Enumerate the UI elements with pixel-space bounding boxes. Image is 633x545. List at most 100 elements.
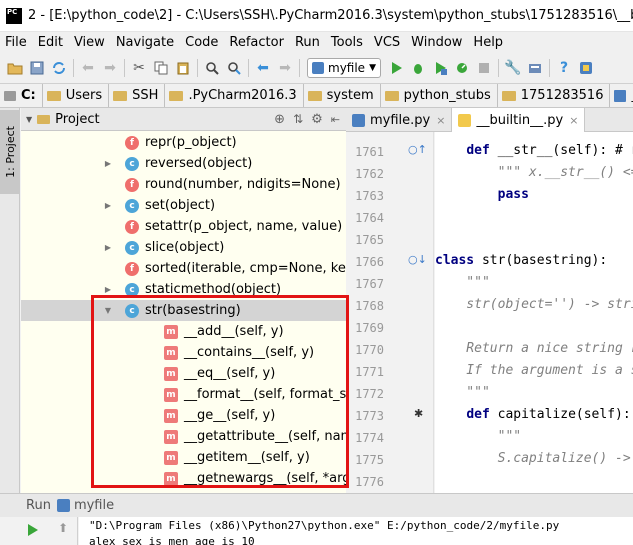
keyword-token: class (435, 253, 475, 268)
run-configuration-select[interactable]: myfile ▼ (307, 57, 381, 78)
close-icon[interactable]: × (569, 114, 578, 127)
menu-item-vcs[interactable]: VCS (369, 35, 406, 50)
sdk-icon[interactable] (524, 57, 546, 79)
menu-item-help[interactable]: Help (468, 35, 509, 50)
chevron-right-icon[interactable]: ▶ (103, 243, 113, 252)
breadcrumb-item[interactable]: SSH (109, 84, 166, 107)
copy-icon[interactable] (150, 57, 172, 79)
chevron-right-icon[interactable]: ▶ (103, 285, 113, 294)
breadcrumb-label: system (326, 88, 374, 103)
folder-icon (384, 90, 399, 101)
nav-forward-icon[interactable]: ➡ (274, 57, 296, 79)
drive-icon (4, 90, 16, 101)
run-side-toolbar: ⬆ (0, 517, 78, 545)
back-icon[interactable]: ⬅ (77, 57, 99, 79)
menu-item-view[interactable]: View (69, 35, 111, 50)
project-tool-tab-label: 1: Project (3, 126, 17, 178)
menu-item-tools[interactable]: Tools (326, 35, 369, 50)
paste-icon[interactable] (172, 57, 194, 79)
sync-icon[interactable] (48, 57, 70, 79)
scroll-up-icon[interactable]: ⬆ (58, 521, 68, 535)
tree-node[interactable]: ▶ c slice(object) (21, 237, 346, 258)
line-number: 1770 (355, 343, 384, 357)
cut-icon[interactable]: ✂ (128, 57, 150, 79)
chevron-down-icon[interactable]: ▼ (26, 115, 32, 124)
find-icon[interactable] (201, 57, 223, 79)
code-line: """ (435, 429, 522, 444)
line-number: 1763 (355, 189, 384, 203)
save-all-icon[interactable] (26, 57, 48, 79)
editor-tab[interactable]: myfile.py × (346, 108, 453, 132)
code-line: If the argument is a st (435, 363, 633, 378)
code-editor[interactable]: def __str__(self): # re """ x.__str__() … (435, 132, 633, 493)
menu-bar: File Edit View Navigate Code Refactor Run Tools… (0, 32, 633, 52)
close-icon[interactable]: × (436, 114, 445, 127)
chevron-right-icon[interactable]: ▶ (103, 201, 113, 210)
breadcrumb-label: .PyCharm2016.3 (188, 88, 297, 103)
line-number: 1776 (355, 475, 384, 489)
rerun-icon[interactable] (27, 523, 39, 541)
editor-tab-bar: myfile.py × __builtin__.py × (346, 108, 633, 132)
breadcrumb-item[interactable]: system (304, 84, 381, 107)
menu-item-code[interactable]: Code (180, 35, 224, 50)
line-number: 1764 (355, 211, 384, 225)
console-line: "D:\Program Files (x86)\Python27\python.… (89, 519, 560, 532)
tree-node[interactable]: f sorted(iterable, cmp=None, key=N (21, 258, 346, 279)
settings-wrench-icon[interactable]: 🔧 (502, 57, 524, 79)
breadcrumb-item[interactable]: 1751283516 (498, 84, 611, 107)
menu-item-refactor[interactable]: Refactor (224, 35, 290, 50)
menu-item-window[interactable]: Window (406, 35, 468, 50)
keyword-token: def (466, 407, 490, 422)
breadcrumb-item[interactable]: .PyCharm2016.3 (165, 84, 304, 107)
toolbar-separator (549, 58, 550, 77)
breadcrumb-item[interactable]: __builti (610, 84, 633, 107)
profile-icon[interactable] (451, 57, 473, 79)
editor-tab[interactable]: __builtin__.py × (452, 108, 586, 132)
window-title: 2 - [E:\python_code\2] - C:\Users\SSH\.P… (28, 8, 633, 23)
breadcrumb-item[interactable]: Users (43, 84, 110, 107)
chevron-right-icon[interactable]: ▶ (103, 159, 113, 168)
project-panel-header: ▼ Project ⊕ ⇅ ⚙ ⇤ (21, 108, 346, 131)
open-folder-icon[interactable] (4, 57, 26, 79)
hide-icon[interactable]: ⇤ (331, 113, 340, 126)
nav-back-icon[interactable]: ⬅ (252, 57, 274, 79)
tree-node[interactable]: f setattr(p_object, name, value) (21, 216, 346, 237)
tree-node[interactable]: ▶ c set(object) (21, 195, 346, 216)
breadcrumb-item[interactable]: C: (0, 84, 43, 107)
coverage-icon[interactable] (429, 57, 451, 79)
ide-window: { "window": {"logo": "PC", "title": "2 -… (0, 0, 633, 545)
line-number: 1765 (355, 233, 384, 247)
project-panel-title[interactable]: Project (55, 112, 99, 127)
forward-icon[interactable]: ➡ (99, 57, 121, 79)
tree-node[interactable]: f repr(p_object) (21, 132, 346, 153)
breadcrumb-label: SSH (132, 88, 159, 103)
stop-icon[interactable] (473, 57, 495, 79)
bookmark-icon[interactable]: ✱ (414, 407, 423, 420)
editor-gutter: 1761 1762 1763 1764 1765 1766 1767 1768 1769 1770… (346, 132, 434, 493)
help-icon[interactable]: ? (553, 57, 575, 79)
breadcrumb-item[interactable]: python_stubs (381, 84, 498, 107)
menu-item-edit[interactable]: Edit (33, 35, 69, 50)
tree-node[interactable]: f round(number, ndigits=None) (21, 174, 346, 195)
python-file-icon (458, 113, 472, 127)
title-bar: PC 2 - [E:\python_code\2] - C:\Users\SSH… (0, 0, 633, 32)
class-icon: c (125, 156, 139, 171)
replace-icon[interactable] (223, 57, 245, 79)
scroll-from-source-icon[interactable]: ⊕ (274, 112, 285, 127)
run-icon[interactable] (385, 57, 407, 79)
run-panel-config[interactable]: myfile (74, 498, 114, 513)
menu-item-run[interactable]: Run (290, 35, 326, 50)
gear-icon[interactable]: ⚙ (311, 112, 323, 127)
run-console[interactable]: "D:\Program Files (x86)\Python27\python.… (79, 517, 633, 545)
project-folder-icon (37, 114, 51, 124)
collapse-icon[interactable]: ⇅ (293, 112, 303, 126)
menu-item-navigate[interactable]: Navigate (111, 35, 180, 50)
override-marker-icon[interactable]: ○↑ (408, 143, 427, 156)
implemented-marker-icon[interactable]: ○↓ (408, 253, 427, 266)
debug-icon[interactable] (407, 57, 429, 79)
tree-node[interactable]: ▶ c reversed(object) (21, 153, 346, 174)
run-panel-label[interactable]: Run (26, 498, 51, 513)
python-console-icon[interactable] (575, 57, 597, 79)
menu-item-file[interactable]: File (0, 35, 33, 50)
project-tool-tab[interactable]: 1: Project (0, 110, 20, 194)
